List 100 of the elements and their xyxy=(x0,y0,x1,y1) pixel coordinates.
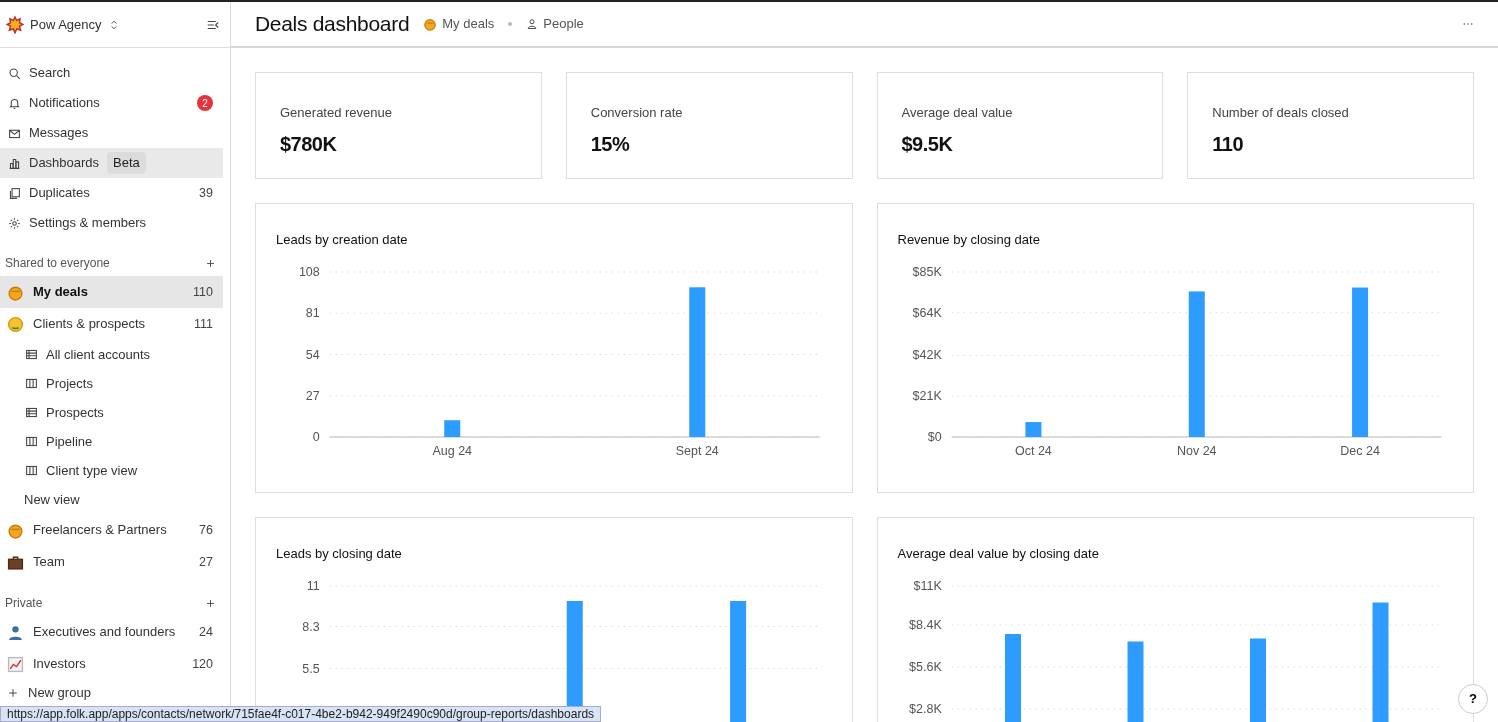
search-icon xyxy=(8,66,21,80)
y-tick-label: $64K xyxy=(912,305,942,320)
y-tick-label: $11K xyxy=(913,578,942,593)
group-count: 27 xyxy=(199,553,213,571)
stat-value: 15% xyxy=(590,131,631,157)
new-group-button[interactable]: New group xyxy=(0,680,223,706)
add-icon xyxy=(205,597,216,609)
group-count: 111 xyxy=(194,315,213,333)
view-item[interactable]: Pipeline xyxy=(0,427,230,456)
chart-title: Leads by creation date xyxy=(276,231,409,249)
stat-label: Generated revenue xyxy=(280,104,394,122)
y-tick-label: 8.3 xyxy=(302,619,320,633)
chart-title: Revenue by closing date xyxy=(897,231,1041,249)
stat-label: Number of deals closed xyxy=(1212,104,1350,122)
y-tick-label: $5.6K xyxy=(908,659,942,674)
sidebar-item-label: Settings & members xyxy=(29,214,147,233)
sidebar-group[interactable]: Clients & prospects 111 xyxy=(0,308,223,340)
section-title: Private xyxy=(5,595,43,612)
separator-dot xyxy=(508,22,513,26)
x-tick-label: Oct 24 xyxy=(1014,443,1052,458)
sidebar-item[interactable]: Duplicates 39 xyxy=(0,178,223,208)
y-tick-label: 27 xyxy=(305,388,320,403)
workspace-name[interactable]: Pow Agency xyxy=(30,14,102,35)
stat-value: $780K xyxy=(280,131,338,157)
sidebar-group[interactable]: Team 27 xyxy=(0,546,223,578)
beta-tag: Beta xyxy=(107,152,146,174)
new-view-button[interactable]: New view xyxy=(0,485,230,514)
add-icon xyxy=(7,687,19,699)
notification-badge: 2 xyxy=(197,95,213,111)
sidebar-group[interactable]: Freelancers & Partners 76 xyxy=(0,514,223,546)
stat-label: Average deal value xyxy=(901,104,1014,122)
group-count: 24 xyxy=(199,623,213,641)
board-icon xyxy=(25,377,38,390)
bar-chart-icon xyxy=(8,156,21,170)
person-icon xyxy=(7,623,24,641)
page-title: Deals dashboard xyxy=(255,11,410,38)
y-tick-label: 5.5 xyxy=(302,661,320,675)
sidebar-item-label: Dashboards xyxy=(29,154,100,173)
view-label: Projects xyxy=(46,374,93,393)
view-item[interactable]: Client type view xyxy=(0,456,230,485)
group-count: 120 xyxy=(192,655,213,673)
sidebar-group[interactable]: My deals 110 xyxy=(0,276,223,308)
view-label: Pipeline xyxy=(46,432,93,451)
y-tick-label: 81 xyxy=(305,305,320,320)
y-tick-label: 0 xyxy=(312,429,320,444)
stat-value: $9.5K xyxy=(901,131,954,157)
y-tick-label: 54 xyxy=(305,347,320,361)
sidebar-item-label: Notifications xyxy=(29,94,100,113)
group-label: Team xyxy=(33,553,65,572)
board-icon xyxy=(25,435,38,448)
breadcrumb-link[interactable]: My deals xyxy=(423,14,495,34)
sidebar-item-label: Duplicates xyxy=(29,184,90,203)
y-tick-label: $8.4K xyxy=(908,617,942,632)
view-label: Client type view xyxy=(46,461,138,480)
sidebar-group[interactable]: Investors 120 xyxy=(0,648,223,680)
group-label: Investors xyxy=(33,655,86,674)
line-chart-icon xyxy=(7,655,24,673)
copy-icon xyxy=(8,186,21,200)
sidebar-item[interactable]: Dashboards Beta xyxy=(0,148,223,178)
view-item[interactable]: All client accounts xyxy=(0,340,230,369)
y-tick-label: 108 xyxy=(298,264,320,279)
y-tick-label: $21K xyxy=(912,388,942,403)
board-icon xyxy=(25,464,38,477)
group-label: Clients & prospects xyxy=(33,315,145,334)
sidebar-item[interactable]: Search xyxy=(0,58,223,88)
stat-label: Conversion rate xyxy=(590,104,684,122)
breadcrumb-link[interactable]: People xyxy=(526,14,584,34)
y-tick-label: $85K xyxy=(912,264,942,279)
add-icon xyxy=(205,257,216,269)
briefcase-icon xyxy=(7,553,24,571)
view-item[interactable]: Prospects xyxy=(0,398,230,427)
group-label: Freelancers & Partners xyxy=(33,521,167,540)
sidebar-item-label: Search xyxy=(29,64,71,83)
person-icon xyxy=(526,18,539,30)
view-label: Prospects xyxy=(46,403,104,422)
help-button[interactable]: ? xyxy=(1458,684,1488,714)
sidebar-item[interactable]: Notifications 2 xyxy=(0,88,223,118)
group-label: Executives and founders xyxy=(33,623,176,642)
sidebar-item[interactable]: Settings & members xyxy=(0,208,223,238)
y-tick-label: $42K xyxy=(912,347,942,362)
table-icon xyxy=(25,406,38,419)
sidebar-item[interactable]: Messages xyxy=(0,118,223,148)
chart-bar xyxy=(444,419,461,437)
group-count: 110 xyxy=(193,283,213,301)
y-tick-label: $2.8K xyxy=(908,701,942,716)
settings-icon xyxy=(8,216,21,230)
chart-title: Average deal value by closing date xyxy=(897,545,1100,563)
view-label: All client accounts xyxy=(46,345,151,364)
section-title: Shared to everyone xyxy=(5,255,110,272)
view-item[interactable]: Projects xyxy=(0,369,230,398)
sidebar-group[interactable]: Executives and founders 24 xyxy=(0,616,223,648)
sidebar-item-label: Messages xyxy=(29,124,89,143)
chart-title: Leads by closing date xyxy=(276,545,403,563)
group-count: 76 xyxy=(199,521,213,539)
x-tick-label: Nov 24 xyxy=(1176,443,1217,458)
bell-icon xyxy=(8,96,21,110)
stat-value: 110 xyxy=(1212,131,1244,157)
x-tick-label: Sept 24 xyxy=(675,443,719,458)
chart-bar xyxy=(1024,421,1041,437)
item-count: 39 xyxy=(199,184,213,202)
